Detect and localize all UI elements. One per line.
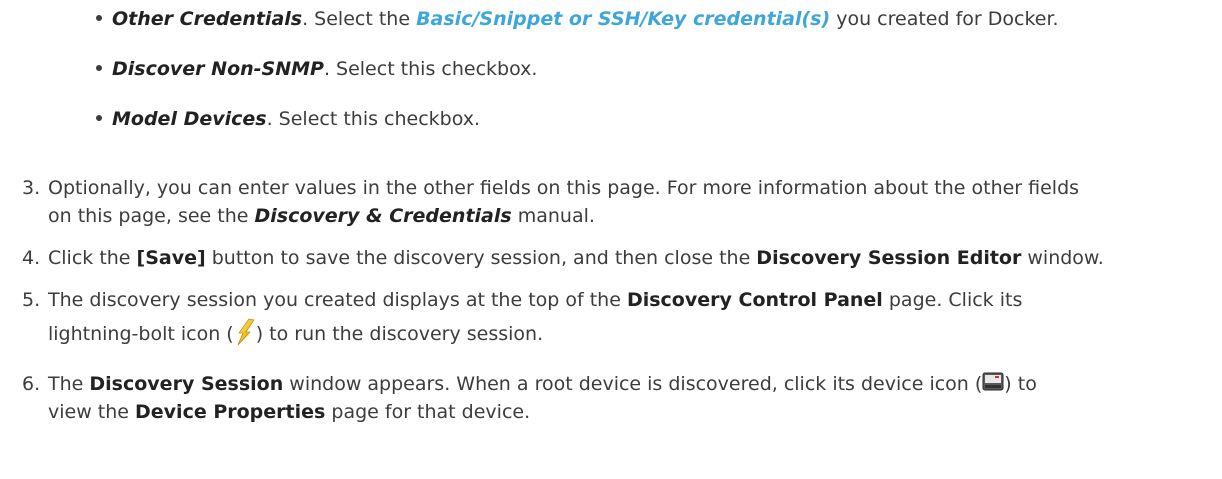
bullet-term: Model Devices xyxy=(112,108,267,130)
step-number: 4. xyxy=(22,247,41,269)
step-number: 5. xyxy=(22,289,41,311)
bullet-term: Discover Non-SNMP xyxy=(112,58,324,80)
step-text: button to save the discovery session, an… xyxy=(205,247,757,269)
step-text: window. xyxy=(1021,247,1104,269)
bullet-text: . Select this checkbox. xyxy=(266,108,481,130)
bullet-dot xyxy=(96,64,102,71)
credentials-link[interactable]: Basic/Snippet or SSH/Key credential(s) xyxy=(416,8,830,30)
step-text: page. Click its xyxy=(882,289,1023,311)
bullet-term: Other Credentials xyxy=(112,8,303,30)
bullet-model-devices: Model Devices. Select this checkbox. xyxy=(96,108,480,130)
device-icon xyxy=(982,371,1004,393)
step-text: window appears. When a root device is di… xyxy=(283,373,983,395)
device-properties-name: Device Properties xyxy=(135,401,326,423)
step-3: 3. Optionally, you can enter values in t… xyxy=(22,174,1207,230)
step-text: Optionally, you can enter values in the … xyxy=(48,177,1080,199)
document-page: Other Credentials. Select the Basic/Snip… xyxy=(0,0,1222,479)
step-text: Click the xyxy=(48,247,137,269)
bullet-discover-non-snmp: Discover Non-SNMP. Select this checkbox. xyxy=(96,58,537,80)
step-text: ) to run the discovery session. xyxy=(255,323,544,345)
step-6: 6. The Discovery Session window appears.… xyxy=(22,370,1207,426)
step-text: The xyxy=(48,373,90,395)
editor-window-name: Discovery Session Editor xyxy=(756,247,1022,269)
lightning-bolt-icon xyxy=(234,318,256,346)
step-5: 5. The discovery session you created dis… xyxy=(22,286,1207,349)
step-text: The discovery session you created displa… xyxy=(48,289,627,311)
bullet-text: . Select the xyxy=(302,8,417,30)
manual-title: Discovery & Credentials xyxy=(254,205,512,227)
bullet-dot xyxy=(96,14,102,21)
bullet-other-credentials: Other Credentials. Select the Basic/Snip… xyxy=(96,8,1059,30)
step-number: 6. xyxy=(22,373,41,395)
step-text: view the xyxy=(48,401,136,423)
step-text: lightning-bolt icon ( xyxy=(48,323,234,345)
session-window-name: Discovery Session xyxy=(89,373,284,395)
bullet-dot xyxy=(96,114,102,121)
bullet-text: . Select this checkbox. xyxy=(323,58,538,80)
step-text: page for that device. xyxy=(325,401,531,423)
control-panel-name: Discovery Control Panel xyxy=(626,289,883,311)
save-label: [Save] xyxy=(136,247,206,269)
step-number: 3. xyxy=(22,177,41,199)
step-4: 4. Click the [Save] button to save the d… xyxy=(22,244,1207,272)
step-text: manual. xyxy=(511,205,595,227)
bullet-text: you created for Docker. xyxy=(830,8,1059,30)
step-text: ) to xyxy=(1004,373,1037,395)
step-text: on this page, see the xyxy=(48,205,255,227)
